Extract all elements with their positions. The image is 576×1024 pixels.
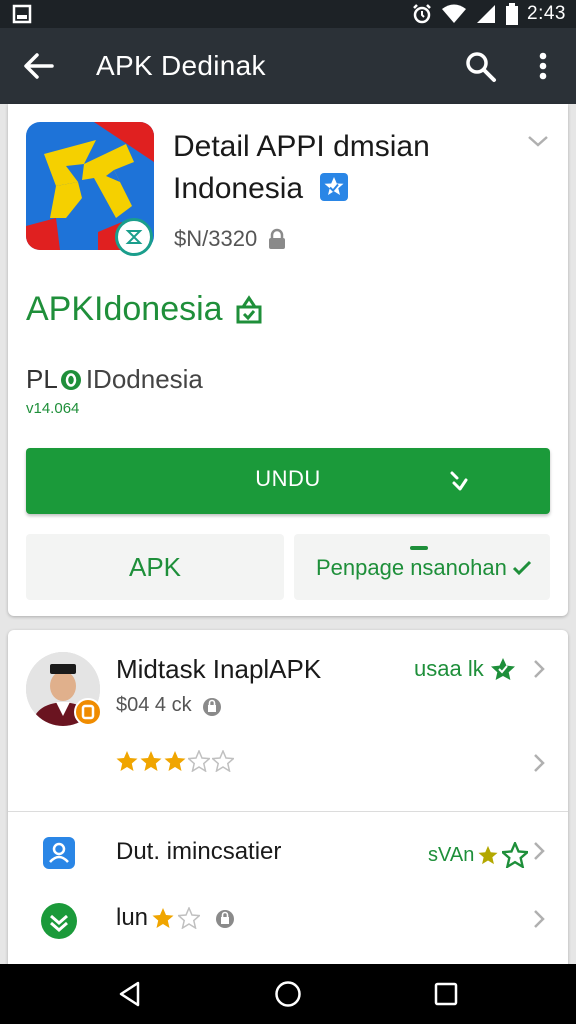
lock-icon <box>202 697 221 716</box>
chevron-right-icon[interactable] <box>532 840 546 862</box>
review-subtitle: $04 4 ck <box>116 694 222 717</box>
more-options-icon[interactable] <box>528 48 558 84</box>
review-author: Midtask InaplAPK <box>116 654 322 684</box>
list-item-label: Dut. imincsatier <box>116 838 282 865</box>
chevron-right-icon[interactable] <box>532 908 546 930</box>
list-item-label-group: lun <box>116 904 236 932</box>
verified-badge-icon <box>115 218 153 256</box>
avatar-badge-icon <box>74 698 102 726</box>
battery-icon <box>506 3 519 25</box>
list-item-tag-label: sVAn <box>428 843 475 866</box>
system-navigation-bar <box>0 964 576 1024</box>
star-filled-icon <box>164 751 186 771</box>
lock-icon <box>269 228 286 249</box>
review-meta: $04 4 ck <box>116 694 192 716</box>
app-title-text: Detail APPI dmsian Indonesia <box>173 130 430 205</box>
chevron-right-icon[interactable] <box>532 752 546 774</box>
app-version: v14.064 <box>26 400 80 417</box>
badge-icon <box>236 294 262 323</box>
review-item[interactable]: Midtask InaplAPK $04 4 ck usaa lk <box>8 630 568 812</box>
publisher-badge-icon <box>60 369 81 390</box>
star-empty-icon <box>212 750 234 772</box>
tap-icon <box>450 471 468 491</box>
review-tag: usaa lk <box>414 656 516 682</box>
permissions-indicator <box>410 546 428 550</box>
app-size: $N/3320 <box>174 226 258 251</box>
app-meta: $N/3320 <box>174 226 287 252</box>
rating-stars <box>116 750 234 772</box>
star-filled-icon <box>478 845 498 865</box>
publisher-name: IDodnesia <box>85 364 203 394</box>
chevron-down-circle-icon <box>41 903 77 939</box>
lock-icon <box>216 910 235 928</box>
apk-button-label: APK <box>128 552 182 582</box>
list-item[interactable]: lun <box>8 888 568 954</box>
app-bar: APK Dedinak <box>0 28 576 104</box>
review-tag-label: usaa lk <box>414 656 484 681</box>
status-bar: 2:43 <box>0 0 576 28</box>
person-icon <box>43 837 75 869</box>
developer-label: APKIdonesia <box>26 290 223 328</box>
signal-icon <box>477 5 496 23</box>
star-filled-icon <box>116 751 138 771</box>
developer-name[interactable]: APKIdonesia <box>26 290 263 329</box>
star-filled-icon <box>140 751 162 771</box>
verified-check-icon <box>320 173 349 201</box>
app-title: Detail APPI dmsian Indonesia <box>173 126 513 210</box>
clock: 2:43 <box>527 3 566 24</box>
check-icon <box>512 560 532 576</box>
back-arrow-icon[interactable] <box>20 48 56 84</box>
list-item-label: lun <box>116 904 149 931</box>
app-detail-card: Detail APPI dmsian Indonesia $N/3320 APK… <box>8 104 568 616</box>
info-card: Midtask InaplAPK $04 4 ck usaa lk Dut. i… <box>8 630 568 970</box>
search-icon[interactable] <box>462 48 498 84</box>
star-filled-icon <box>152 908 174 928</box>
page-title: APK Dedinak <box>96 50 266 81</box>
star-badge-icon <box>490 658 515 680</box>
apk-button[interactable]: APK <box>26 534 284 600</box>
publisher-prefix: PL <box>26 364 58 394</box>
star-empty-icon <box>178 907 201 929</box>
permissions-button-label: Penpage nsanohan <box>316 555 507 580</box>
star-empty-icon <box>188 750 210 772</box>
chevron-down-icon[interactable] <box>526 132 550 150</box>
wifi-icon <box>442 4 467 23</box>
chevron-right-icon[interactable] <box>532 658 546 680</box>
alarm-icon <box>413 4 431 24</box>
screenshot-icon <box>12 4 32 24</box>
list-item-tag: sVAn <box>428 842 529 868</box>
recents-icon[interactable] <box>432 980 460 1008</box>
permissions-button[interactable]: Penpage nsanohan <box>294 534 550 600</box>
publisher-line: PL IDodnesia <box>26 364 203 395</box>
star-outline-icon <box>502 842 529 868</box>
list-item[interactable]: Dut. imincsatier sVAn <box>8 824 568 890</box>
home-icon[interactable] <box>274 980 302 1008</box>
install-button[interactable]: UNDU <box>26 448 550 514</box>
back-icon[interactable] <box>116 980 144 1008</box>
